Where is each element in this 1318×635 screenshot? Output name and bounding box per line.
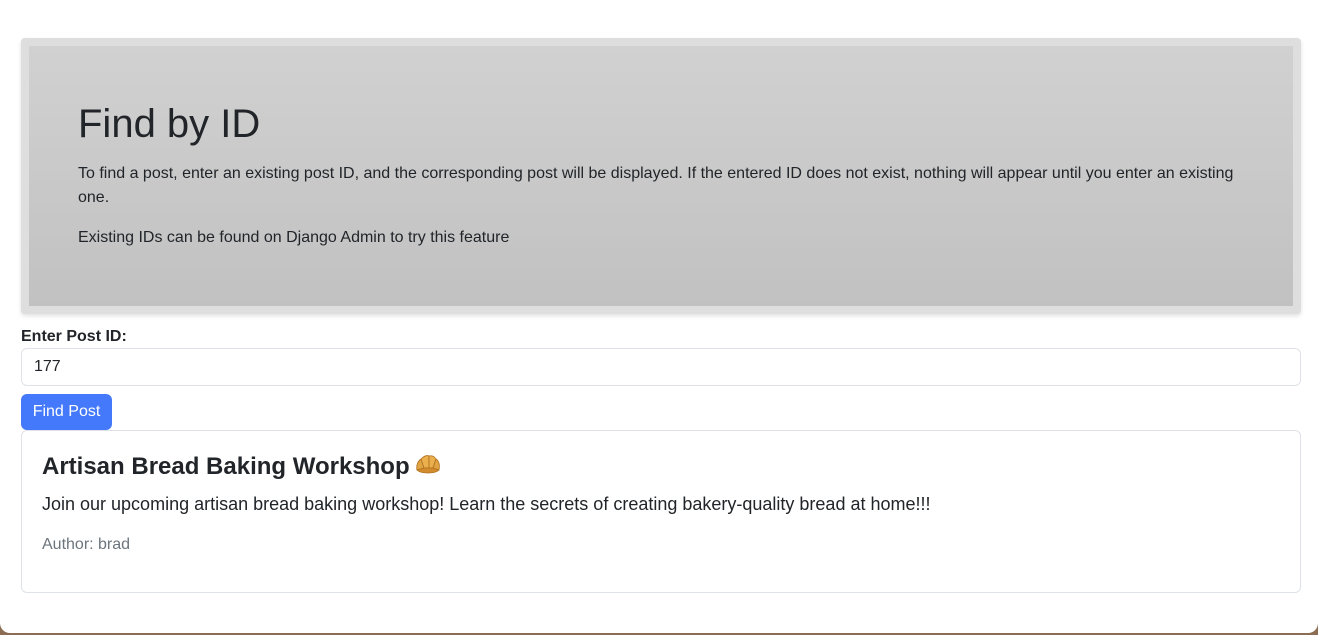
post-author: Author: brad bbox=[42, 536, 131, 553]
hero-content: Find by ID To find a post, enter an exis… bbox=[29, 46, 1293, 306]
find-post-button[interactable]: Find Post bbox=[21, 394, 112, 430]
post-title: Artisan Bread Baking Workshop bbox=[42, 451, 1280, 483]
post-body: Join our upcoming artisan bread baking w… bbox=[42, 494, 931, 514]
hero-description: To find a post, enter an existing post I… bbox=[78, 165, 1234, 206]
hero-hint: Existing IDs can be found on Django Admi… bbox=[78, 229, 510, 246]
hero-banner: Find by ID To find a post, enter an exis… bbox=[21, 38, 1301, 314]
post-card: Artisan Bread Baking Workshop Join our u… bbox=[21, 430, 1301, 593]
post-id-input[interactable] bbox=[21, 348, 1301, 386]
browser-page: Find by ID To find a post, enter an exis… bbox=[0, 0, 1318, 633]
post-title-text: Artisan Bread Baking Workshop bbox=[42, 453, 410, 480]
page-title: Find by ID bbox=[78, 102, 261, 146]
croissant-icon bbox=[415, 455, 440, 474]
post-id-label: Enter Post ID: bbox=[21, 328, 127, 345]
